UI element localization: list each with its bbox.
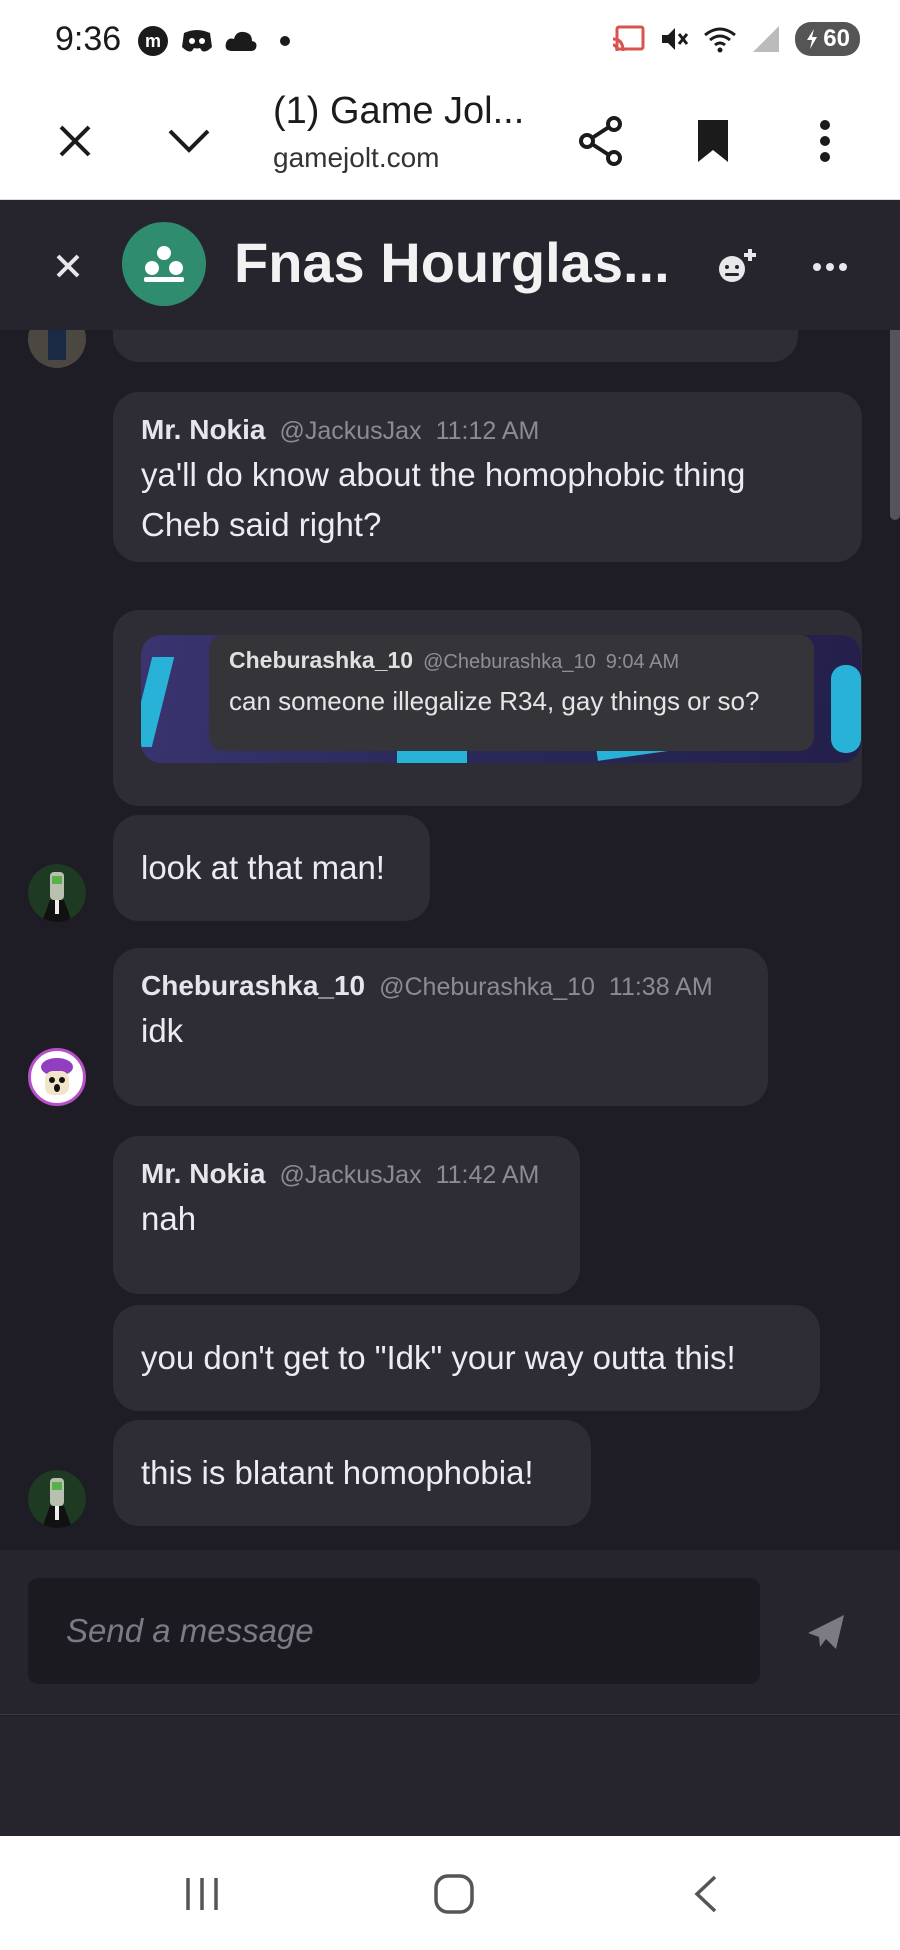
status-time: 9:36 (55, 20, 122, 58)
battery-icon: 60 (795, 22, 860, 56)
message-author[interactable]: Cheburashka_10 (141, 970, 365, 1002)
message-handle[interactable]: @JackusJax (279, 1161, 421, 1190)
message-bubble-partial[interactable] (113, 330, 798, 362)
user-avatar[interactable] (28, 864, 86, 922)
message-text: Cheb said right? (141, 506, 382, 543)
bookmark-button[interactable] (678, 106, 748, 176)
message-text: this is blatant homophobia! (141, 1454, 534, 1491)
page-title[interactable]: (1) Game Jol... (273, 90, 524, 133)
message-time: 11:38 AM (608, 973, 713, 1001)
recent-apps-button[interactable] (172, 1866, 232, 1922)
home-button[interactable] (424, 1866, 484, 1922)
system-nav-bar (0, 1836, 900, 1950)
close-icon (59, 125, 91, 157)
nokia-avatar-icon (28, 1470, 86, 1528)
message-composer: Send a message (0, 1550, 900, 1715)
chevron-down-icon (168, 129, 210, 153)
message-text: look at that man! (141, 849, 385, 886)
message-text: nah (141, 1200, 197, 1237)
message-bubble[interactable]: this is blatant homophobia! (113, 1420, 591, 1526)
message-input-placeholder: Send a message (66, 1612, 314, 1649)
message-handle[interactable]: @Cheburashka_10 (379, 973, 595, 1002)
message-bubble-embed[interactable]: Cheburashka_10 @Cheburashka_10 9:04 AM c… (113, 610, 862, 806)
custom-tab-toolbar: (1) Game Jol... gamejolt.com (0, 82, 900, 200)
share-icon (579, 116, 622, 166)
close-tab-button[interactable] (40, 106, 110, 176)
back-icon (694, 1875, 717, 1913)
more-options-button[interactable] (790, 106, 860, 176)
send-icon (808, 1615, 844, 1649)
nokia-avatar-icon (28, 864, 86, 922)
message-header: Cheburashka_10 @Cheburashka_10 11:38 AM (141, 970, 740, 1002)
chat-options-button[interactable] (800, 240, 860, 294)
dot-icon (268, 24, 302, 58)
message-header: Mr. Nokia @JackusJax 11:12 AM (141, 414, 834, 446)
quoted-message-header: Cheburashka_10 @Cheburashka_10 9:04 AM (229, 647, 794, 674)
message-list[interactable]: Mr. Nokia @JackusJax 11:12 AM ya'll do k… (0, 330, 900, 1550)
page-url[interactable]: gamejolt.com (273, 142, 440, 174)
status-left-icons: m (136, 24, 302, 58)
minimize-button[interactable] (154, 106, 224, 176)
back-button[interactable] (676, 1866, 736, 1922)
cheburashka-avatar-icon (41, 1058, 73, 1095)
message-author[interactable]: Mr. Nokia (141, 1158, 265, 1190)
message-bubble[interactable]: look at that man! (113, 815, 430, 921)
more-vert-icon (820, 120, 830, 162)
embedded-image[interactable]: Cheburashka_10 @Cheburashka_10 9:04 AM c… (141, 635, 861, 763)
message-bubble[interactable]: Mr. Nokia @JackusJax 11:42 AM nah (113, 1136, 580, 1294)
message-input[interactable]: Send a message (28, 1578, 760, 1684)
embed-stripe (831, 665, 861, 753)
quoted-text: can someone illegalize R34, gay things o… (229, 686, 760, 716)
home-icon (434, 1874, 474, 1914)
send-button[interactable] (800, 1606, 852, 1658)
close-chat-button[interactable] (40, 238, 96, 294)
add-member-icon (719, 249, 756, 282)
share-button[interactable] (566, 106, 636, 176)
status-bar: 9:36 m 60 (0, 0, 900, 82)
quoted-time: 9:04 AM (605, 651, 680, 673)
message-bubble[interactable]: you don't get to "Idk" your way outta th… (113, 1305, 820, 1411)
battery-level: 60 (823, 25, 850, 52)
message-time: 11:42 AM (435, 1161, 540, 1189)
scrollbar-thumb[interactable] (890, 330, 900, 520)
chat-title[interactable]: Fnas Hourglas... (234, 230, 670, 295)
bottom-spacer (0, 1716, 900, 1836)
add-member-button[interactable] (710, 240, 764, 294)
user-avatar[interactable] (28, 1470, 86, 1528)
more-horiz-icon (813, 263, 847, 271)
chat-header: Fnas Hourglas... (0, 200, 900, 330)
svg-text:m: m (145, 31, 161, 51)
quoted-handle: @Cheburashka_10 (423, 651, 596, 673)
group-icon (144, 246, 184, 282)
close-icon (56, 254, 80, 278)
signal-icon (749, 22, 783, 56)
m-logo-icon: m (136, 24, 170, 58)
cast-icon (611, 22, 645, 56)
message-author[interactable]: Mr. Nokia (141, 414, 265, 446)
user-avatar-partial[interactable] (28, 330, 86, 368)
recents-icon (186, 1878, 218, 1910)
message-text: idk (141, 1012, 184, 1049)
mute-icon (657, 22, 691, 56)
user-avatar[interactable] (28, 1048, 86, 1106)
message-bubble[interactable]: Mr. Nokia @JackusJax 11:12 AM ya'll do k… (113, 392, 862, 562)
avatar-icon (28, 330, 86, 368)
bookmark-icon (698, 120, 728, 162)
message-handle[interactable]: @JackusJax (279, 417, 421, 446)
quoted-author: Cheburashka_10 (229, 647, 414, 673)
message-time: 11:12 AM (435, 417, 540, 445)
message-text: ya'll do know about the homophobic thing (141, 456, 746, 493)
wifi-icon (703, 22, 737, 56)
quoted-message: Cheburashka_10 @Cheburashka_10 9:04 AM c… (209, 635, 814, 751)
status-right-icons: 60 (611, 22, 860, 56)
discord-icon (180, 24, 214, 58)
message-bubble[interactable]: Cheburashka_10 @Cheburashka_10 11:38 AM … (113, 948, 768, 1106)
embed-stripe (141, 657, 175, 747)
cloud-icon (224, 24, 258, 58)
group-avatar[interactable] (122, 222, 206, 306)
message-header: Mr. Nokia @JackusJax 11:42 AM (141, 1158, 552, 1190)
message-text: you don't get to "Idk" your way outta th… (141, 1339, 736, 1376)
